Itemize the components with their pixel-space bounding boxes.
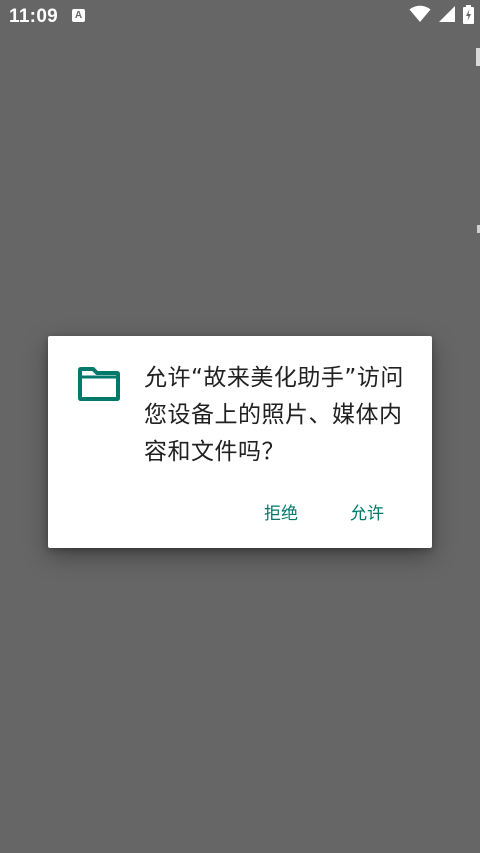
allow-button[interactable]: 允许 <box>340 496 394 532</box>
deny-button[interactable]: 拒绝 <box>254 496 308 532</box>
screen: 11:09 A 允许“故来美化助手”访问您设备上的照片、媒体内容和文件吗？ 拒绝… <box>0 0 480 853</box>
signal-icon <box>439 6 455 26</box>
notification-icon: A <box>72 9 85 22</box>
battery-charging-icon <box>463 4 474 28</box>
status-bar: 11:09 A <box>0 0 480 36</box>
edge-indicator <box>476 48 480 66</box>
dialog-actions: 拒绝 允许 <box>48 496 432 532</box>
status-icons <box>409 4 474 28</box>
permission-dialog: 允许“故来美化助手”访问您设备上的照片、媒体内容和文件吗？ 拒绝 允许 <box>48 336 432 548</box>
wifi-icon <box>409 5 431 27</box>
permission-message: 允许“故来美化助手”访问您设备上的照片、媒体内容和文件吗？ <box>144 365 404 465</box>
folder-icon <box>78 367 120 401</box>
status-time: 11:09 <box>9 6 59 27</box>
